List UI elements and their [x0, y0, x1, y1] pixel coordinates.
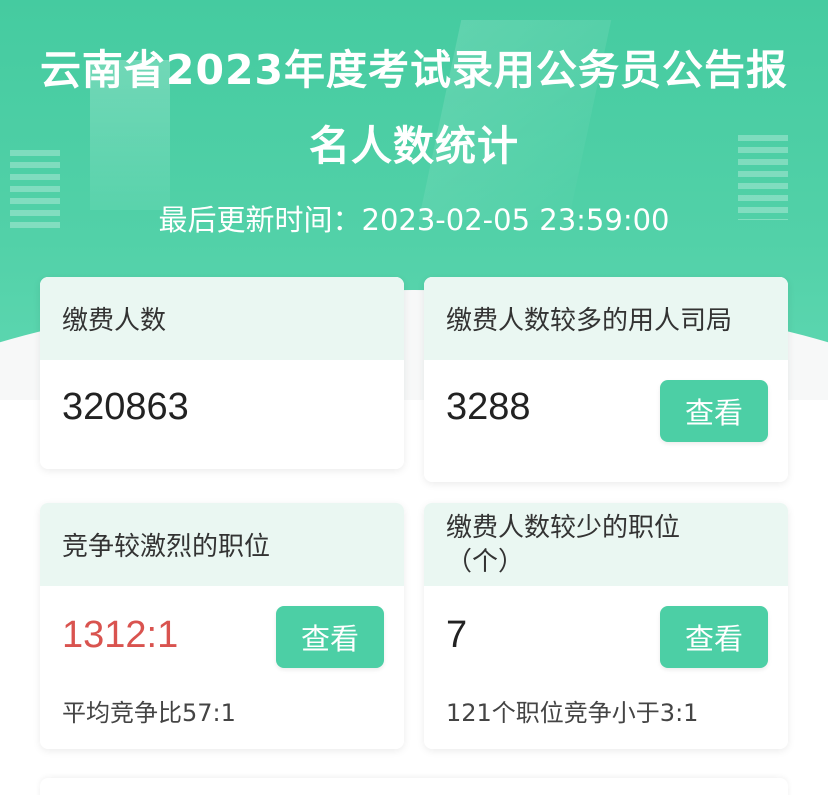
card-label: 缴费人数 — [62, 306, 167, 336]
card-header: 竞争较激烈的职位 — [40, 503, 404, 586]
last-updated: 最后更新时间：2023-02-05 23:59:00 — [0, 200, 828, 240]
last-updated-label: 最后更新时间： — [158, 203, 362, 237]
card-label: 缴费人数较少的职位 — [446, 512, 681, 543]
page-title: 云南省2023年度考试录用公务员公告报名人数统计 — [39, 46, 789, 170]
competitive-ratio-value: 1312:1 — [62, 614, 179, 656]
card-label: 缴费人数较多的用人司局 — [446, 306, 733, 336]
low-competition-text: 121个职位竞争小于3:1 — [446, 699, 699, 727]
paid-count-value: 320863 — [62, 386, 189, 428]
competitive-positions-card: 竞争较激烈的职位 1312:1 查看 平均竞争比57:1 — [40, 503, 404, 749]
hot-departments-card: 缴费人数较多的用人司局 3288 查看 — [424, 277, 788, 482]
next-card-partial — [40, 778, 788, 795]
paid-count-card: 缴费人数 320863 — [40, 277, 404, 469]
average-ratio-text: 平均竞争比57:1 — [62, 699, 236, 727]
card-header: 缴费人数 — [40, 277, 404, 360]
view-few-applicant-positions-button[interactable]: 查看 — [660, 606, 768, 668]
card-label: 竞争较激烈的职位 — [62, 532, 271, 562]
card-header: 缴费人数较少的职位 （个） — [424, 503, 788, 586]
few-applicant-positions-card: 缴费人数较少的职位 （个） 7 查看 121个职位竞争小于3:1 — [424, 503, 788, 749]
card-label-unit: （个） — [446, 546, 525, 577]
view-competitive-positions-button[interactable]: 查看 — [276, 606, 384, 668]
view-hot-departments-button[interactable]: 查看 — [660, 380, 768, 442]
last-updated-time: 2023-02-05 23:59:00 — [361, 203, 670, 237]
hot-departments-value: 3288 — [446, 386, 531, 428]
few-applicant-count-value: 7 — [446, 614, 468, 656]
card-header: 缴费人数较多的用人司局 — [424, 277, 788, 360]
